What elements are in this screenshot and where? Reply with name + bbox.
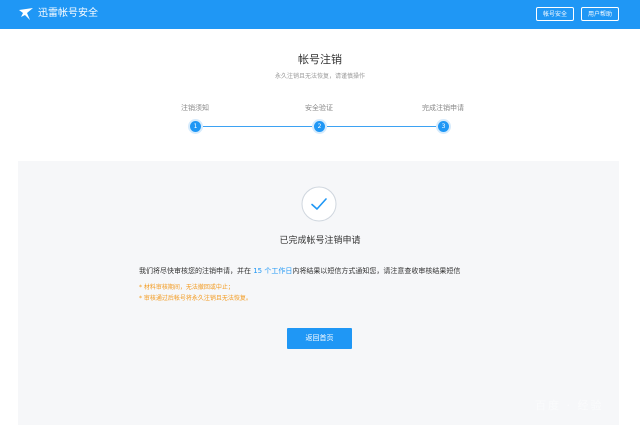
step-indicator-2: 2	[312, 119, 327, 134]
step-indicator-1: 1	[188, 119, 203, 134]
step-connector-1	[203, 126, 312, 127]
watermark: 百度 · 经验	[535, 399, 604, 412]
step-label-2: 安全验证	[305, 104, 333, 112]
result-message-pre: 我们将尽快审核您的注销申请，并在	[139, 267, 251, 275]
notice-line-2: * 审核通过后帐号将永久注销且无法恢复。	[139, 295, 252, 302]
top-header: 迅雷帐号安全 帐号安全 用户帮助	[0, 0, 640, 29]
step-label-3: 完成注销申请	[422, 104, 464, 112]
result-message-days: 15 个工作日	[251, 267, 293, 275]
result-title: 已完成帐号注销申请	[279, 236, 361, 246]
step-number-2: 2	[314, 121, 325, 132]
step-number-1: 1	[190, 121, 201, 132]
brand-title: 迅雷帐号安全	[38, 8, 98, 19]
result-message: 我们将尽快审核您的注销申请，并在 15 个工作日内将结果以短信方式通知您，请注意…	[139, 266, 460, 276]
account-security-button[interactable]: 帐号安全	[536, 7, 574, 21]
page-title: 帐号注销	[298, 53, 342, 66]
step-indicator-3: 3	[436, 119, 451, 134]
success-check-icon	[301, 186, 337, 222]
step-label-1: 注销须知	[181, 104, 209, 112]
step-connector-2	[327, 126, 436, 127]
notice-line-1: * 材料审核期间，无法撤回或中止；	[139, 284, 234, 291]
step-number-3: 3	[438, 121, 449, 132]
thunder-bird-logo-icon	[19, 8, 33, 20]
result-message-post: 内将结果以短信方式通知您，请注意查收审核结果短信	[292, 267, 461, 275]
page-subtitle: 永久注销且无法恢复，请谨慎操作	[274, 73, 365, 80]
user-help-button[interactable]: 用户帮助	[581, 7, 619, 21]
back-to-home-button[interactable]: 返回首页	[287, 328, 352, 349]
